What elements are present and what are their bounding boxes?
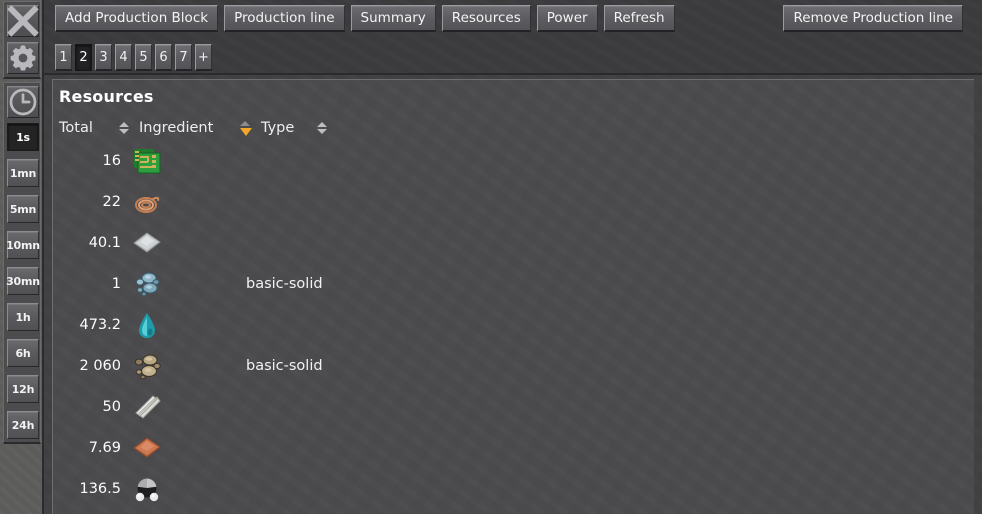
cell-total: 473.2 xyxy=(79,316,121,333)
sort-arrows-icon xyxy=(317,122,327,134)
table-row[interactable]: 7.69 xyxy=(59,427,969,468)
stone-icon xyxy=(134,354,161,379)
time-option-list: 1s 1mn 5mn 10mn 30mn 1h 6h 12h 24h xyxy=(6,123,40,439)
clock-button[interactable] xyxy=(7,86,39,118)
tab-2[interactable]: 2 xyxy=(75,44,92,71)
cell-type: basic-solid xyxy=(246,275,323,292)
top-action-bar: Add Production Block Production line Sum… xyxy=(44,0,982,75)
cell-ingredient[interactable] xyxy=(131,268,191,300)
left-toolbar-time-group: 1s 1mn 5mn 10mn 30mn 1h 6h 12h 24h xyxy=(3,82,41,444)
time-option-10mn[interactable]: 10mn xyxy=(6,231,40,259)
cell-type: basic-solid xyxy=(246,357,323,374)
tab-add[interactable]: + xyxy=(195,44,212,71)
time-option-1h[interactable]: 1h xyxy=(7,303,39,331)
time-option-1mn[interactable]: 1mn xyxy=(7,159,39,187)
cell-total: 40.1 xyxy=(88,234,121,251)
cell-total: 16 xyxy=(102,152,121,169)
cell-ingredient[interactable] xyxy=(131,391,191,423)
table-row[interactable]: 136.5 xyxy=(59,468,969,509)
table-row[interactable]: 50 xyxy=(59,386,969,427)
copper-plate-icon xyxy=(133,436,161,458)
summary-button[interactable]: Summary xyxy=(350,5,436,32)
tab-1[interactable]: 1 xyxy=(55,44,72,71)
power-button[interactable]: Power xyxy=(536,5,598,32)
settings-button[interactable] xyxy=(7,42,39,74)
cell-ingredient[interactable] xyxy=(131,473,191,505)
sort-toggle-type[interactable] xyxy=(307,122,337,134)
cell-total: 50 xyxy=(102,398,121,415)
sort-arrows-active-icon xyxy=(240,120,252,136)
gear-icon xyxy=(10,45,36,71)
petroleum-gas-icon xyxy=(135,478,159,501)
cell-total: 7.69 xyxy=(88,439,121,456)
table-header-row: Total Ingredient Type xyxy=(59,116,969,140)
resources-table: Total Ingredient Type 16 22 40.1 1 basic… xyxy=(59,116,969,509)
close-button[interactable] xyxy=(7,5,39,37)
sort-toggle-total[interactable] xyxy=(109,122,139,134)
action-button-row: Add Production Block Production line Sum… xyxy=(55,5,675,32)
resources-button[interactable]: Resources xyxy=(441,5,531,32)
remove-production-line-container: Remove Production line xyxy=(783,5,963,32)
tab-6[interactable]: 6 xyxy=(155,44,172,71)
column-header-total[interactable]: Total xyxy=(59,120,109,136)
remove-production-line-button[interactable]: Remove Production line xyxy=(783,5,963,32)
refresh-button[interactable]: Refresh xyxy=(603,5,675,32)
factorio-planner-window: 1s 1mn 5mn 10mn 30mn 1h 6h 12h 24h Add P… xyxy=(0,0,982,514)
time-option-5mn[interactable]: 5mn xyxy=(7,195,39,223)
main-window: Add Production Block Production line Sum… xyxy=(44,0,982,514)
clock-icon xyxy=(9,88,37,116)
cell-total: 136.5 xyxy=(79,480,121,497)
cell-ingredient[interactable] xyxy=(131,186,191,218)
electronic-circuit-icon xyxy=(134,148,161,173)
iron-ore-icon xyxy=(135,272,160,296)
table-row[interactable]: 1 basic-solid xyxy=(59,263,969,304)
left-toolbar-tool-group xyxy=(3,1,41,79)
sort-arrows-icon xyxy=(119,122,129,134)
cell-ingredient[interactable] xyxy=(131,145,191,177)
tab-5[interactable]: 5 xyxy=(135,44,152,71)
close-icon xyxy=(7,5,39,37)
resources-panel: Resources Total Ingredient Type 16 22 40… xyxy=(52,79,974,514)
production-line-button[interactable]: Production line xyxy=(224,5,345,32)
table-row[interactable]: 2 060 basic-solid xyxy=(59,345,969,386)
cell-total: 1 xyxy=(111,275,121,292)
time-option-12h[interactable]: 12h xyxy=(7,375,39,403)
production-line-tabs: 1 2 3 4 5 6 7 + xyxy=(55,44,212,71)
iron-plate-icon xyxy=(133,231,161,253)
column-header-ingredient[interactable]: Ingredient xyxy=(139,120,231,136)
page-title: Resources xyxy=(59,87,154,106)
copper-cable-icon xyxy=(135,196,160,213)
cell-ingredient[interactable] xyxy=(131,350,191,382)
left-toolbar: 1s 1mn 5mn 10mn 30mn 1h 6h 12h 24h xyxy=(0,0,44,514)
table-row[interactable]: 40.1 xyxy=(59,222,969,263)
column-header-type[interactable]: Type xyxy=(261,120,307,136)
tab-4[interactable]: 4 xyxy=(115,44,132,71)
tab-3[interactable]: 3 xyxy=(95,44,112,71)
time-option-6h[interactable]: 6h xyxy=(7,339,39,367)
cell-ingredient[interactable] xyxy=(131,309,191,341)
sort-toggle-ingredient[interactable] xyxy=(231,120,261,136)
water-icon xyxy=(139,312,155,338)
time-option-30mn[interactable]: 30mn xyxy=(6,267,40,295)
time-option-24h[interactable]: 24h xyxy=(7,411,39,439)
time-option-1s[interactable]: 1s xyxy=(7,123,39,151)
cell-total: 2 060 xyxy=(79,357,121,374)
cell-ingredient[interactable] xyxy=(131,227,191,259)
add-production-block-button[interactable]: Add Production Block xyxy=(55,5,219,32)
table-row[interactable]: 22 xyxy=(59,181,969,222)
table-row[interactable]: 16 xyxy=(59,140,969,181)
cell-ingredient[interactable] xyxy=(131,432,191,464)
tab-7[interactable]: 7 xyxy=(175,44,192,71)
steel-plate-icon xyxy=(135,394,161,419)
cell-total: 22 xyxy=(102,193,121,210)
table-row[interactable]: 473.2 xyxy=(59,304,969,345)
